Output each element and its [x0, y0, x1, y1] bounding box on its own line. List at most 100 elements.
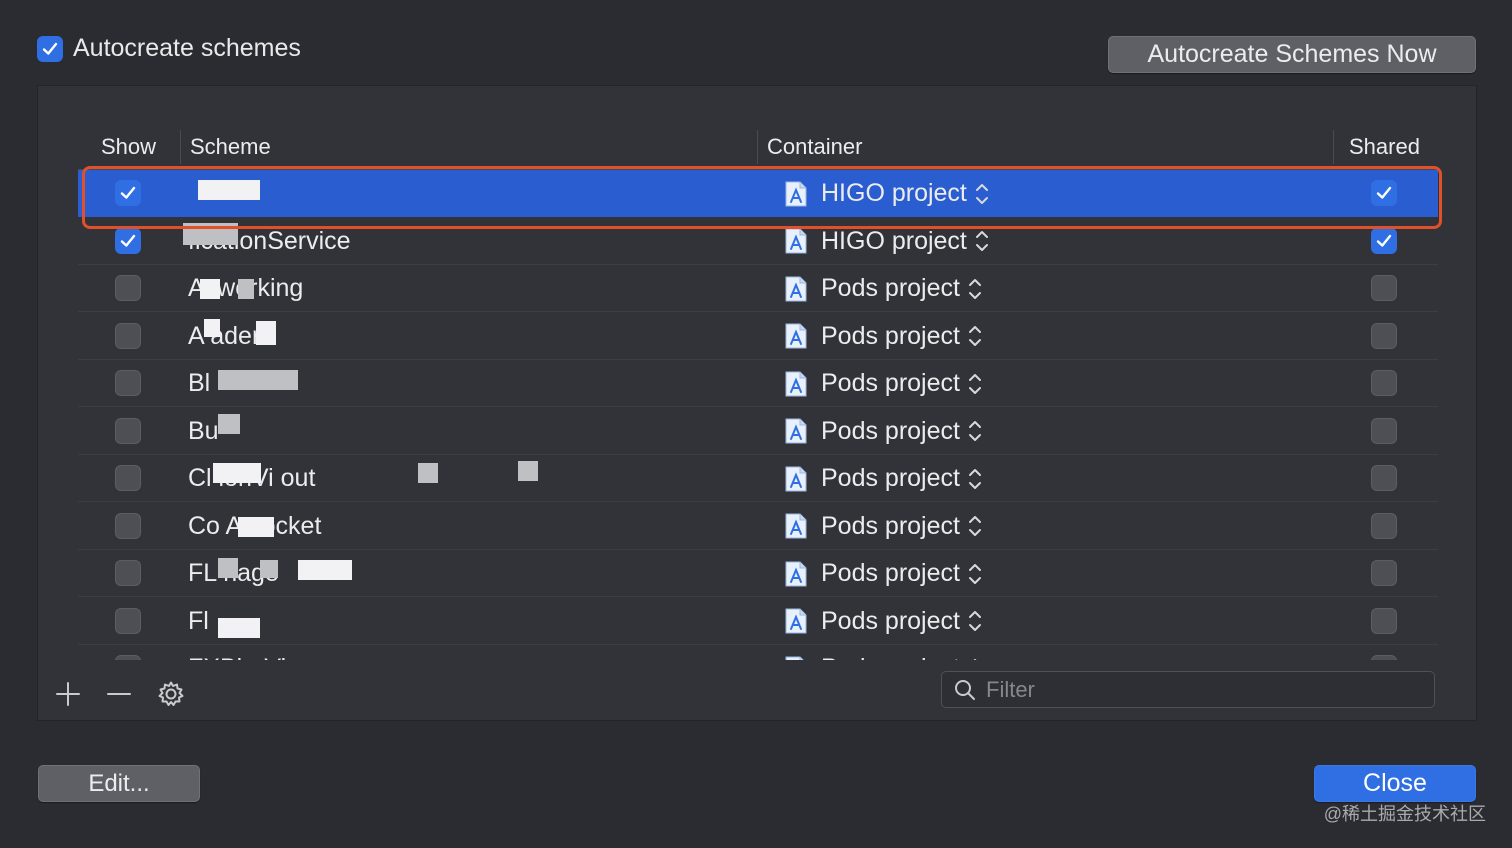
scheme-name: FXBlurView [188, 645, 318, 660]
updown-chevron-icon[interactable] [968, 656, 982, 661]
container-popup[interactable]: Pods project [785, 550, 982, 597]
container-popup[interactable]: Pods project [785, 360, 982, 407]
show-checkbox[interactable] [115, 560, 141, 586]
table-row[interactable]: ficationService HIGO project [78, 218, 1438, 265]
shared-checkbox[interactable] [1371, 560, 1397, 586]
container-popup[interactable]: Pods project [785, 265, 982, 312]
container-popup[interactable]: Pods project [785, 455, 982, 502]
shared-checkbox[interactable] [1371, 227, 1397, 254]
shared-checkbox[interactable] [1371, 655, 1397, 660]
table-row[interactable]: Bl Pods project [78, 360, 1438, 407]
checkmark-icon [120, 234, 136, 247]
redaction-block [256, 320, 276, 345]
column-divider[interactable] [1333, 130, 1334, 164]
updown-chevron-icon[interactable] [968, 418, 982, 444]
show-checkbox[interactable] [115, 607, 141, 634]
container-popup[interactable]: Pods project [785, 598, 982, 645]
updown-chevron-icon[interactable] [968, 513, 982, 539]
table-row[interactable]: Co As ocketPods project [78, 503, 1438, 550]
updown-chevron-icon[interactable] [968, 371, 982, 397]
edit-button[interactable]: Edit... [38, 765, 200, 802]
show-checkbox[interactable] [115, 655, 141, 660]
checkmark-icon [42, 42, 58, 55]
updown-chevron-icon[interactable] [968, 276, 982, 302]
shared-checkbox[interactable] [1371, 512, 1397, 539]
column-divider[interactable] [180, 130, 181, 164]
xcode-project-icon [785, 418, 807, 444]
updown-chevron-icon[interactable] [968, 466, 982, 492]
updown-chevron-icon[interactable] [968, 323, 982, 349]
updown-chevron-icon[interactable] [975, 181, 989, 207]
shared-checkbox[interactable] [1371, 465, 1397, 491]
table-row[interactable]: A tworking Pods project [78, 265, 1438, 312]
table-row[interactable]: FL nage Pods project [78, 550, 1438, 597]
redaction-block [198, 180, 260, 200]
redaction-block [213, 463, 261, 483]
column-header-container[interactable]: Container [767, 124, 862, 169]
xcode-project-icon [785, 466, 807, 491]
updown-chevron-icon[interactable] [968, 561, 982, 587]
redaction-block [183, 222, 238, 245]
updown-chevron-icon[interactable] [968, 608, 982, 634]
xcode-project-icon [785, 608, 807, 634]
show-checkbox[interactable] [115, 227, 141, 254]
filter-input[interactable] [984, 675, 1408, 704]
xcode-project-icon [785, 656, 805, 660]
redaction-block [218, 617, 260, 638]
redaction-block [200, 279, 220, 299]
table-row[interactable]: FXBlurView Pods project [78, 645, 1438, 660]
column-header-scheme[interactable]: Scheme [190, 124, 271, 169]
checkbox[interactable] [37, 35, 63, 62]
show-checkbox[interactable] [115, 465, 141, 491]
show-checkbox[interactable] [115, 512, 141, 539]
scheme-name: Bl [188, 369, 211, 397]
table-row[interactable]: Cl ionVi outPods project [78, 455, 1438, 502]
show-checkbox[interactable] [115, 180, 141, 206]
redaction-block [518, 461, 538, 481]
autocreate-schemes-checkbox[interactable]: Autocreate schemes [37, 34, 301, 63]
container-popup[interactable]: Pods project [785, 503, 982, 550]
container-name: Pods project [821, 511, 960, 540]
shared-checkbox[interactable] [1371, 180, 1397, 206]
column-divider[interactable] [757, 130, 758, 164]
gear-icon[interactable] [157, 680, 185, 708]
checkmark-icon [120, 186, 136, 199]
checkmark-icon [1376, 234, 1392, 247]
redaction-block [218, 413, 240, 434]
xcode-project-icon [785, 276, 807, 301]
scheme-name: Fl [188, 606, 209, 635]
container-popup[interactable]: Pods project [785, 313, 982, 360]
minus-icon[interactable] [105, 680, 133, 708]
autocreate-schemes-now-button[interactable]: Autocreate Schemes Now [1108, 36, 1476, 73]
shared-checkbox[interactable] [1371, 370, 1397, 396]
table-row[interactable]: HIGO project [78, 170, 1438, 217]
container-name: Pods project [821, 606, 960, 635]
container-popup[interactable]: HIGO project [785, 170, 989, 217]
updown-chevron-icon[interactable] [975, 228, 989, 254]
show-checkbox[interactable] [115, 417, 141, 444]
redaction-block [204, 318, 220, 337]
container-popup[interactable]: Pods project [785, 408, 982, 455]
plus-icon[interactable] [54, 680, 82, 708]
column-header-show[interactable]: Show [101, 124, 156, 169]
table-row[interactable]: A ader Pods project [78, 313, 1438, 360]
table-row[interactable]: Bu Pods project [78, 408, 1438, 455]
show-checkbox[interactable] [115, 322, 141, 349]
container-popup[interactable]: Pods project [785, 645, 982, 660]
table-row[interactable]: Fl Pods project [78, 598, 1438, 645]
filter-field[interactable] [941, 671, 1435, 708]
show-checkbox[interactable] [115, 370, 141, 396]
schemes-table: Show Scheme Container Shared HIGO projec… [78, 124, 1438, 660]
redaction-block [260, 560, 278, 578]
close-button[interactable]: Close [1314, 765, 1476, 802]
show-checkbox[interactable] [115, 275, 141, 301]
xcode-project-icon [785, 323, 807, 349]
shared-checkbox[interactable] [1371, 322, 1397, 349]
container-popup[interactable]: HIGO project [785, 218, 989, 265]
shared-checkbox[interactable] [1371, 607, 1397, 634]
shared-checkbox[interactable] [1371, 417, 1397, 444]
redaction-block [418, 463, 438, 483]
column-header-shared[interactable]: Shared [1349, 124, 1420, 169]
redaction-block [218, 370, 298, 390]
shared-checkbox[interactable] [1371, 275, 1397, 301]
